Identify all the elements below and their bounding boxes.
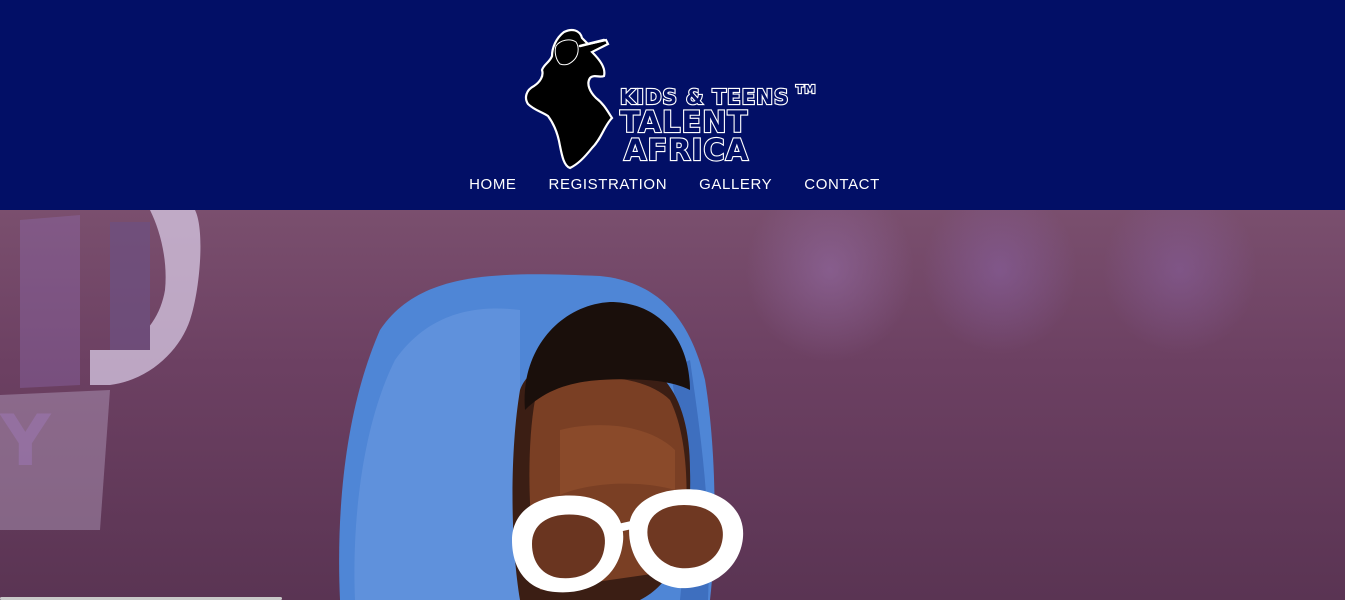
- logo-line-3: AFRICA: [624, 133, 749, 167]
- africa-singer-icon: [524, 28, 614, 170]
- nav-registration[interactable]: REGISTRATION: [533, 176, 684, 196]
- child-figure: [339, 274, 744, 600]
- svg-text:Y: Y: [0, 400, 52, 482]
- nav-contact[interactable]: CONTACT: [788, 176, 896, 196]
- nav-gallery[interactable]: GALLERY: [683, 176, 788, 196]
- hero-photo: Y: [0, 210, 744, 600]
- main-nav: HOME REGISTRATION GALLERY CONTACT: [0, 176, 1345, 196]
- nav-home[interactable]: HOME: [453, 176, 532, 196]
- background-banner: Y: [0, 210, 201, 530]
- hero-image: Y: [0, 210, 1345, 600]
- logo-trademark: TM: [796, 83, 816, 96]
- site-header: KIDS & TEENS TM TALENT AFRICA HOME REGIS…: [0, 0, 1345, 210]
- site-logo[interactable]: KIDS & TEENS TM TALENT AFRICA: [520, 26, 825, 172]
